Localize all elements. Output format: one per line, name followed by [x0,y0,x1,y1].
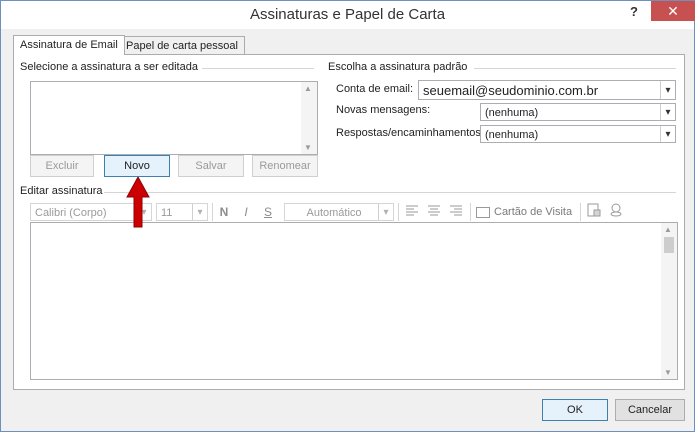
business-card-icon [476,206,490,218]
scroll-down-icon[interactable]: ▼ [304,143,312,152]
toolbar-separator [470,203,471,221]
business-card-button[interactable]: Cartão de Visita [476,203,572,221]
toolbar-separator [580,203,581,221]
signature-editor[interactable]: ▲ ▼ [30,222,678,380]
align-center-icon[interactable] [426,203,442,221]
new-messages-value: (nenhuma) [485,107,539,119]
tab-panel: Selecione a assinatura a ser editada ▲ ▼… [13,54,685,390]
business-card-label: Cartão de Visita [494,206,573,218]
scroll-down-icon[interactable]: ▼ [664,368,672,377]
align-right-icon[interactable] [448,203,464,221]
cancel-button[interactable]: Cancelar [615,399,685,421]
email-account-label: Conta de email: [336,83,414,95]
group-divider [202,68,314,69]
replies-value: (nenhuma) [485,129,539,141]
signatures-dialog: Assinaturas e Papel de Carta ? ✕ Assinat… [0,0,695,432]
edit-signature-label: Editar assinatura [20,185,103,197]
close-icon[interactable]: ✕ [651,1,695,21]
tab-personal-stationery-label: Papel de carta pessoal [126,40,238,52]
email-account-select[interactable]: seuemail@seudominio.com.br ▾ [418,80,676,100]
replies-select[interactable]: (nenhuma) ▾ [480,125,676,143]
group-divider [104,192,676,193]
new-messages-select[interactable]: (nenhuma) ▾ [480,103,676,121]
scroll-thumb[interactable] [664,237,674,253]
window-title: Assinaturas e Papel de Carta [249,6,446,23]
group-divider [474,68,676,69]
signature-list[interactable]: ▲ ▼ [30,81,318,155]
font-size-value: 11 [161,207,173,219]
scroll-up-icon[interactable]: ▲ [664,225,672,234]
editor-scrollbar[interactable]: ▲ ▼ [661,223,677,379]
tab-email-signature[interactable]: Assinatura de Email [13,35,125,55]
email-account-value: seuemail@seudominio.com.br [423,83,599,98]
chevron-down-icon[interactable]: ▾ [378,204,393,220]
new-messages-label: Novas mensagens: [336,104,431,116]
hyperlink-icon[interactable] [608,203,624,221]
insert-picture-icon[interactable] [586,203,602,221]
scroll-up-icon[interactable]: ▲ [304,84,312,93]
chevron-down-icon[interactable]: ▾ [192,204,207,220]
tab-personal-stationery[interactable]: Papel de carta pessoal [119,36,245,55]
replies-label: Respostas/encaminhamentos: [336,127,484,139]
italic-button[interactable]: I [238,203,254,221]
chevron-down-icon[interactable]: ▾ [660,104,675,120]
default-signature-label: Escolha a assinatura padrão [328,61,468,73]
chevron-down-icon[interactable]: ▾ [660,126,675,142]
toolbar-separator [212,203,213,221]
signature-list-scrollbar[interactable]: ▲ ▼ [301,82,317,154]
bold-button[interactable]: N [216,203,232,221]
new-button[interactable]: Novo [104,155,170,177]
font-color-select[interactable]: Automático ▾ [284,203,394,221]
rename-button[interactable]: Renomear [252,155,318,177]
title-bar: Assinaturas e Papel de Carta ? ✕ [1,1,695,29]
font-value: Calibri (Corpo) [35,207,107,219]
align-left-icon[interactable] [404,203,420,221]
tab-email-signature-label: Assinatura de Email [20,39,118,51]
save-button[interactable]: Salvar [178,155,244,177]
toolbar-separator [398,203,399,221]
ok-button[interactable]: OK [542,399,608,421]
font-color-value: Automático [306,207,362,219]
chevron-down-icon[interactable]: ▾ [660,81,675,99]
delete-button[interactable]: Excluir [30,155,94,177]
select-signature-label: Selecione a assinatura a ser editada [20,61,198,73]
annotation-arrow-icon [126,177,150,228]
font-size-select[interactable]: 11 ▾ [156,203,208,221]
help-icon[interactable]: ? [627,4,641,22]
underline-button[interactable]: S [260,203,276,221]
